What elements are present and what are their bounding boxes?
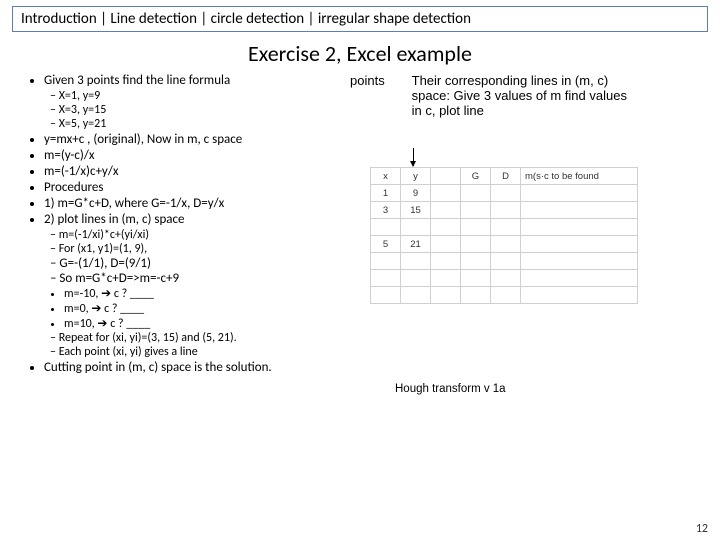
cell: 1 (371, 185, 401, 202)
cell (461, 236, 491, 253)
cell (461, 287, 491, 304)
cell (431, 270, 461, 287)
cell (431, 202, 461, 219)
sub-sub-point: m=0, ➔ c ? ____ (64, 301, 370, 316)
col-header: D (491, 168, 521, 185)
bullet: y=mx+c , (original), Now in m, c space (44, 132, 370, 147)
cell (461, 185, 491, 202)
cell (431, 185, 461, 202)
cell (521, 219, 638, 236)
cell (401, 253, 431, 270)
image-caption: Hough transform v 1a (395, 383, 506, 395)
sub-point: X=3, y=15 (50, 103, 370, 117)
col-header: m(s·c to be found (521, 168, 638, 185)
bullet: m=(-1/x)c+y/x (44, 164, 370, 179)
cell (371, 270, 401, 287)
arrow-down-icon (413, 148, 414, 166)
cell (431, 253, 461, 270)
cell (491, 219, 521, 236)
cell (431, 236, 461, 253)
cell: 3 (371, 202, 401, 219)
cell (461, 219, 491, 236)
cell: 5 (371, 236, 401, 253)
sub-point: Each point (xi, yi) gives a line (50, 345, 370, 359)
sub-point: So m=G*c+D=>m=-c+9 (50, 271, 370, 286)
cell (521, 287, 638, 304)
cell (491, 253, 521, 270)
sub-point: Repeat for (xi, yi)=(3, 15) and (5, 21). (50, 331, 370, 345)
cell (461, 202, 491, 219)
cell (521, 202, 638, 219)
bullet: 1) m=G*c+D, where G=-1/x, D=y/x (44, 196, 370, 211)
cell: 9 (401, 185, 431, 202)
sub-sub-point: m=10, ➔ c ? ____ (64, 316, 370, 331)
cell (461, 253, 491, 270)
cell (371, 287, 401, 304)
sub-point: X=5, y=21 (50, 117, 370, 131)
cell (371, 253, 401, 270)
cell: 15 (401, 202, 431, 219)
sub-point: X=1, y=9 (50, 89, 370, 103)
breadcrumb: Introduction | Line detection | circle d… (12, 6, 708, 32)
cell (401, 287, 431, 304)
cell (521, 185, 638, 202)
cell (521, 253, 638, 270)
cell (491, 270, 521, 287)
cell (401, 219, 431, 236)
cell (491, 287, 521, 304)
cell (491, 236, 521, 253)
bullet: m=(y-c)/x (44, 148, 370, 163)
cell (521, 270, 638, 287)
cell (371, 219, 401, 236)
col-header: x (371, 168, 401, 185)
sub-point: For (x1, y1)=(1, 9), (50, 242, 370, 256)
cell (461, 270, 491, 287)
bullet: Procedures (44, 180, 370, 195)
bullet: 2) plot lines in (m, c) space (44, 212, 370, 227)
right-text: Their corresponding lines in (m, c) spac… (412, 73, 632, 118)
col-header: y (401, 168, 431, 185)
cell (401, 270, 431, 287)
cell (431, 219, 461, 236)
cell (491, 202, 521, 219)
cell (491, 185, 521, 202)
page-number: 12 (696, 522, 708, 536)
page-title: Exercise 2, Excel example (0, 40, 720, 67)
col-header (431, 168, 461, 185)
cell (521, 236, 638, 253)
col-header: G (461, 168, 491, 185)
cell: 21 (401, 236, 431, 253)
sub-point: m=(-1/xi)*c+(yi/xi) (50, 228, 370, 242)
excel-table: x y G D m(s·c to be found 19 315 521 (370, 167, 638, 304)
points-label: points (350, 73, 408, 88)
bullet-given: Given 3 points find the line formula (44, 73, 370, 88)
bullet-solution: Cutting point in (m, c) space is the sol… (44, 360, 370, 375)
sub-sub-point: m=-10, ➔ c ? ____ (64, 286, 370, 301)
sub-point: G=-(1/1), D=(9/1) (50, 256, 370, 271)
cell (431, 287, 461, 304)
